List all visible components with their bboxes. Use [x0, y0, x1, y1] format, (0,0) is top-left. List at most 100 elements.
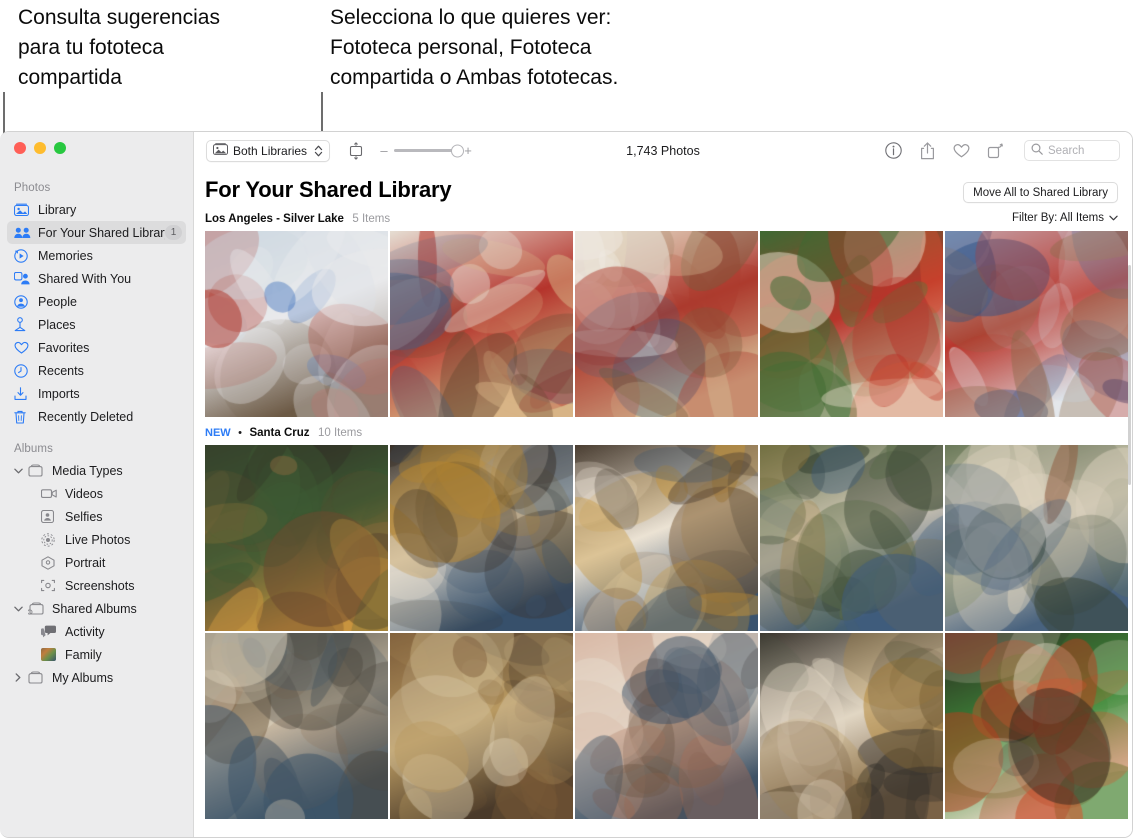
- zoom-button[interactable]: [54, 142, 66, 154]
- photo-thumbnail[interactable]: [945, 633, 1128, 819]
- sidebar-item-people[interactable]: People: [7, 290, 186, 313]
- photo-thumbnail[interactable]: [390, 633, 573, 819]
- section-title-group: Los Angeles - Silver Lake 5 Items: [205, 209, 390, 227]
- photo-grid-row-3: [194, 633, 1132, 819]
- section-count: 10 Items: [317, 427, 363, 439]
- minimize-button[interactable]: [34, 142, 46, 154]
- page-header-row: For Your Shared Library Move All to Shar…: [194, 169, 1132, 203]
- annotation-suggestions-text: Consulta sugerencias para tu fototeca co…: [18, 6, 220, 89]
- window-traffic-lights: [14, 142, 66, 154]
- sidebar: Photos Library For Your Shared Library 1…: [0, 132, 194, 837]
- sidebar-item-label: Portrait: [65, 555, 106, 570]
- photo-thumbnail[interactable]: [575, 231, 758, 417]
- photo-thumbnail[interactable]: [760, 445, 943, 631]
- sidebar-item-label: Recently Deleted: [38, 409, 134, 424]
- photo-thumbnail[interactable]: [205, 633, 388, 819]
- chevron-down-icon[interactable]: [13, 604, 23, 614]
- close-button[interactable]: [14, 142, 26, 154]
- portrait-icon: [41, 555, 60, 571]
- toolbar-right-group: [884, 140, 1120, 161]
- sidebar-item-shared-with-you[interactable]: Shared With You: [7, 267, 186, 290]
- content-scroll-area: For Your Shared Library Move All to Shar…: [194, 169, 1132, 837]
- photo-thumbnail[interactable]: [390, 231, 573, 417]
- sidebar-item-label: Shared With You: [38, 271, 132, 286]
- sidebar-group-title-albums: Albums: [14, 443, 53, 455]
- sidebar-item-media-types[interactable]: Media Types: [7, 459, 186, 482]
- sidebar-item-label: Library: [38, 202, 77, 217]
- sidebar-item-live-photos[interactable]: Live Photos: [7, 528, 186, 551]
- sidebar-item-my-albums[interactable]: My Albums: [7, 666, 186, 689]
- zoom-in-label[interactable]: +: [464, 143, 472, 158]
- filter-by-button[interactable]: Filter By: All Items: [1012, 212, 1118, 224]
- sidebar-item-places[interactable]: Places: [7, 313, 186, 336]
- clock-icon: [14, 363, 33, 379]
- sidebar-item-label: Activity: [65, 624, 105, 639]
- photo-thumbnail[interactable]: [945, 445, 1128, 631]
- annotation-layer: Consulta sugerencias para tu fototeca co…: [0, 0, 1146, 140]
- search-icon: [1031, 142, 1043, 160]
- photo-thumbnail[interactable]: [205, 445, 388, 631]
- sidebar-item-memories[interactable]: Memories: [7, 244, 186, 267]
- toolbar: Both Libraries – + 1,743 Photos: [194, 132, 1132, 169]
- sidebar-item-badge: 1: [165, 225, 182, 240]
- photo-thumbnail[interactable]: [760, 231, 943, 417]
- places-pin-icon: [14, 317, 33, 333]
- library-icon: [14, 202, 33, 218]
- annotation-library-picker-text: Selecciona lo que quieres ver: Fototeca …: [330, 6, 619, 89]
- import-icon: [14, 386, 33, 402]
- main-area: Both Libraries – + 1,743 Photos Search F…: [194, 132, 1132, 837]
- info-icon[interactable]: [884, 142, 902, 160]
- sidebar-item-favorites[interactable]: Favorites: [7, 336, 186, 359]
- sidebar-item-label: Live Photos: [65, 532, 131, 547]
- sidebar-item-recently-deleted[interactable]: Recently Deleted: [7, 405, 186, 428]
- zoom-slider-knob[interactable]: [451, 144, 465, 157]
- sidebar-item-shared-albums[interactable]: Shared Albums: [7, 597, 186, 620]
- chevron-down-icon[interactable]: [13, 466, 23, 476]
- family-thumb-icon: [41, 647, 60, 663]
- chevron-right-icon[interactable]: [13, 673, 23, 683]
- sidebar-item-portrait[interactable]: Portrait: [7, 551, 186, 574]
- move-all-to-shared-library-button[interactable]: Move All to Shared Library: [963, 182, 1118, 203]
- share-icon[interactable]: [918, 141, 936, 160]
- library-icon: [213, 143, 228, 158]
- sidebar-item-label: Media Types: [52, 463, 123, 478]
- sidebar-item-label: Selfies: [65, 509, 103, 524]
- section-header-los-angeles: Los Angeles - Silver Lake 5 Items Filter…: [194, 203, 1132, 231]
- photo-thumbnail[interactable]: [390, 445, 573, 631]
- photo-thumbnail[interactable]: [575, 633, 758, 819]
- section-title: Santa Cruz: [249, 427, 310, 439]
- sidebar-item-family[interactable]: Family: [7, 643, 186, 666]
- rotate-icon[interactable]: [986, 142, 1004, 160]
- person-icon: [14, 294, 33, 310]
- new-badge: NEW: [205, 427, 231, 439]
- video-icon: [41, 486, 60, 502]
- sidebar-item-library[interactable]: Library: [7, 198, 186, 221]
- photo-thumbnail[interactable]: [760, 633, 943, 819]
- chevron-updown-icon[interactable]: [314, 144, 323, 158]
- live-photo-icon: [41, 532, 60, 548]
- photo-thumbnail[interactable]: [205, 231, 388, 417]
- photo-thumbnail[interactable]: [945, 231, 1128, 417]
- sidebar-item-label: Memories: [38, 248, 93, 263]
- sidebar-item-recents[interactable]: Recents: [7, 359, 186, 382]
- favorite-heart-icon[interactable]: [952, 142, 970, 160]
- sidebar-item-screenshots[interactable]: Screenshots: [7, 574, 186, 597]
- zoom-out-label[interactable]: –: [380, 143, 388, 158]
- people-shared-icon: [14, 225, 33, 241]
- vertical-scrollbar[interactable]: [1128, 265, 1131, 485]
- zoom-slider-control[interactable]: – +: [380, 143, 472, 158]
- memories-icon: [14, 248, 33, 264]
- sidebar-item-imports[interactable]: Imports: [7, 382, 186, 405]
- photo-thumbnail[interactable]: [575, 445, 758, 631]
- search-input[interactable]: [1048, 144, 1113, 157]
- sidebar-item-activity[interactable]: Activity: [7, 620, 186, 643]
- zoom-slider-track[interactable]: [394, 144, 465, 157]
- library-selector-button[interactable]: Both Libraries: [206, 139, 331, 162]
- sidebar-item-for-your-shared-library[interactable]: For Your Shared Library 1: [7, 221, 186, 244]
- aspect-ratio-button[interactable]: [346, 140, 366, 162]
- heart-icon: [14, 340, 33, 356]
- sidebar-item-selfies[interactable]: Selfies: [7, 505, 186, 528]
- search-field[interactable]: [1024, 140, 1120, 161]
- sidebar-item-label: My Albums: [52, 670, 114, 685]
- sidebar-item-videos[interactable]: Videos: [7, 482, 186, 505]
